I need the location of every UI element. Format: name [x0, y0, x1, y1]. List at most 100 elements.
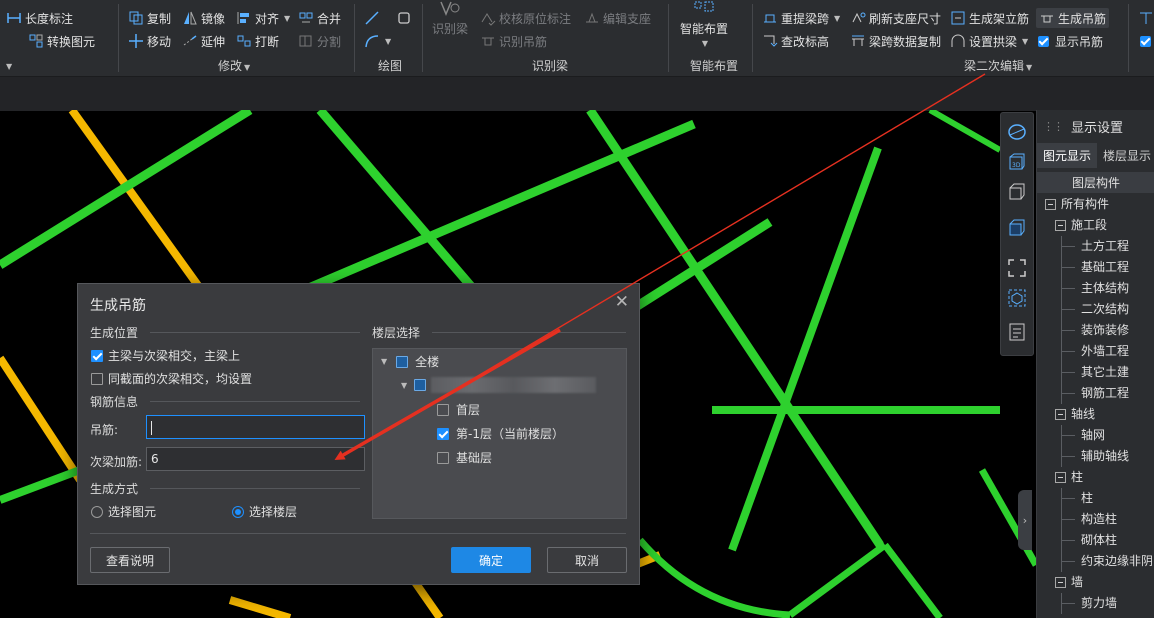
radio-select-element[interactable]: 选择图元: [91, 503, 156, 520]
redo-span-button[interactable]: 重提梁跨 ▼: [762, 8, 840, 28]
tree-item[interactable]: 轴网: [1037, 425, 1154, 446]
mirror-button[interactable]: 镜像: [182, 8, 225, 28]
floor-item[interactable]: 第-1层（当前楼层）: [437, 425, 564, 442]
tree-item[interactable]: 施工段: [1037, 215, 1154, 236]
label-secondary: 次梁加筋:: [90, 455, 143, 469]
cube-view-icon[interactable]: [1006, 181, 1028, 203]
convert-element-button[interactable]: 转换图元: [28, 31, 95, 51]
draw-rect-button[interactable]: [396, 8, 412, 28]
radio-select-floor[interactable]: 选择楼层: [232, 503, 297, 520]
collapse-toggle-icon[interactable]: [1055, 577, 1066, 588]
stirrup-icon: [950, 10, 966, 26]
checkbox-unchecked-icon: [91, 372, 103, 385]
length-dim-button[interactable]: 长度标注: [6, 8, 73, 28]
cancel-button[interactable]: 取消: [547, 547, 627, 573]
opt-same-section[interactable]: 同截面的次梁相交，均设置: [91, 370, 252, 387]
cube-select-icon[interactable]: [1006, 287, 1028, 309]
break-button[interactable]: 打断: [236, 31, 279, 51]
hanger-input[interactable]: [146, 415, 365, 439]
draw-arc-button[interactable]: ▼: [364, 31, 391, 51]
align-button[interactable]: 对齐 ▼: [236, 8, 290, 28]
opt-main-secondary[interactable]: 主梁与次梁相交，主梁上: [91, 347, 240, 364]
tree-item[interactable]: 所有构件: [1037, 194, 1154, 215]
tree-item[interactable]: 砌体柱: [1037, 530, 1154, 551]
tree-item[interactable]: 剪力墙: [1037, 593, 1154, 614]
tree-item-label: 轴线: [1071, 407, 1096, 421]
tree-item[interactable]: 装饰装修: [1037, 320, 1154, 341]
tree-item-label: 构造柱: [1081, 512, 1118, 526]
tree-item[interactable]: 构造柱: [1037, 509, 1154, 530]
tab-element-display[interactable]: 图元显示: [1037, 143, 1098, 168]
floor-item[interactable]: 首层: [437, 401, 480, 418]
help-button[interactable]: 查看说明: [90, 547, 170, 573]
tree-item-label: 剪力墙: [1081, 596, 1118, 610]
tree-item-label: 约束边缘非阴: [1081, 554, 1154, 568]
identify-hanger-button[interactable]: 识别吊筋: [480, 31, 547, 51]
check-elev-button[interactable]: 查改标高: [762, 31, 829, 51]
collapse-toggle-icon[interactable]: [1045, 199, 1056, 210]
break-icon: [236, 33, 252, 49]
tree-item[interactable]: 柱: [1037, 467, 1154, 488]
tree-item[interactable]: 基础工程: [1037, 257, 1154, 278]
extra-tool-icon[interactable]: [1138, 10, 1154, 26]
collapse-toggle-icon[interactable]: [1055, 220, 1066, 231]
span-copy-button[interactable]: 梁跨数据复制: [850, 31, 941, 51]
floor-item-label: 第-1层（当前楼层）: [456, 427, 564, 441]
hanger-icon: [480, 33, 496, 49]
tree-item-label: 辅助轴线: [1081, 449, 1130, 463]
floor-item[interactable]: 基础层: [437, 449, 492, 466]
tree-item[interactable]: 辅助轴线: [1037, 446, 1154, 467]
display-settings-panel: ⋮⋮ 显示设置 图元显示 楼层显示 图层构件 所有构件 施工段 土方工程 基础工程 主体…: [1036, 110, 1154, 618]
ok-button[interactable]: 确定: [451, 547, 531, 573]
refresh-support-button[interactable]: 刷新支座尺寸: [850, 8, 941, 28]
tree-item-label: 装饰装修: [1081, 323, 1130, 337]
3d-view-icon[interactable]: 3D: [1006, 151, 1028, 173]
tree-item[interactable]: 钢筋工程: [1037, 383, 1154, 404]
tab-floor-display[interactable]: 楼层显示: [1097, 143, 1154, 168]
tree-item[interactable]: 外墙工程: [1037, 341, 1154, 362]
tree-item[interactable]: 柱: [1037, 488, 1154, 509]
copy-button[interactable]: 复制: [128, 8, 171, 28]
close-icon[interactable]: ✕: [615, 292, 629, 312]
extend-button[interactable]: 延伸: [182, 31, 225, 51]
set-arch-button[interactable]: 设置拱梁 ▼: [950, 31, 1028, 51]
drag-handle-icon[interactable]: ⋮⋮: [1043, 120, 1064, 133]
tree-item[interactable]: 土方工程: [1037, 236, 1154, 257]
tree-item[interactable]: 二次结构: [1037, 299, 1154, 320]
extra-checkbox[interactable]: [1140, 36, 1151, 47]
identify-beam-button[interactable]: 识别梁: [432, 0, 468, 40]
gen-stirrup-button[interactable]: 生成架立筋: [950, 8, 1029, 28]
draw-line-button[interactable]: [364, 8, 380, 28]
collapse-toggle-icon[interactable]: [1055, 472, 1066, 483]
fullscreen-icon[interactable]: [1006, 257, 1028, 279]
group-label-smart: 智能布置: [690, 59, 739, 73]
smart-layout-button[interactable]: 智能布置 ▼: [680, 0, 728, 52]
triangle-expand-icon[interactable]: ▼: [381, 357, 387, 366]
group-label-identify: 识别梁: [532, 59, 569, 73]
verify-span-button[interactable]: 校核原位标注: [480, 8, 571, 28]
floor-all-row[interactable]: ▼ 全楼: [381, 353, 439, 370]
secondary-rebar-input[interactable]: 6: [146, 447, 365, 471]
tree-item-label: 墙: [1071, 575, 1084, 589]
collapse-panel-handle[interactable]: ›: [1018, 490, 1032, 550]
tree-item[interactable]: 轴线: [1037, 404, 1154, 425]
collapse-toggle-icon[interactable]: [1055, 409, 1066, 420]
move-button[interactable]: 移动: [128, 31, 171, 51]
triangle-expand-icon[interactable]: ▼: [401, 381, 407, 390]
chevron-down-icon[interactable]: ▼: [6, 62, 12, 71]
building-row[interactable]: ▼: [401, 377, 597, 393]
merge-button[interactable]: 合并: [298, 8, 341, 28]
edit-support-button[interactable]: 编辑支座: [584, 8, 651, 28]
tree-item[interactable]: 约束边缘非阴: [1037, 551, 1154, 572]
generate-hanger-dialog: 生成吊筋 ✕ 生成位置 主梁与次梁相交，主梁上 同截面的次梁相交，均设置 钢筋信…: [77, 283, 640, 585]
column-header: 图层构件: [1037, 172, 1154, 194]
split-button[interactable]: 分割: [298, 31, 341, 51]
tree-item[interactable]: 其它土建: [1037, 362, 1154, 383]
properties-icon[interactable]: [1006, 321, 1028, 343]
box-view-icon[interactable]: [1006, 217, 1028, 239]
tree-item[interactable]: 墙: [1037, 572, 1154, 593]
gen-hanger-button[interactable]: 生成吊筋: [1036, 8, 1110, 28]
sphere-view-icon[interactable]: [1006, 121, 1028, 143]
tree-item[interactable]: 主体结构: [1037, 278, 1154, 299]
show-hanger-checkbox[interactable]: 显示吊筋: [1038, 31, 1103, 51]
